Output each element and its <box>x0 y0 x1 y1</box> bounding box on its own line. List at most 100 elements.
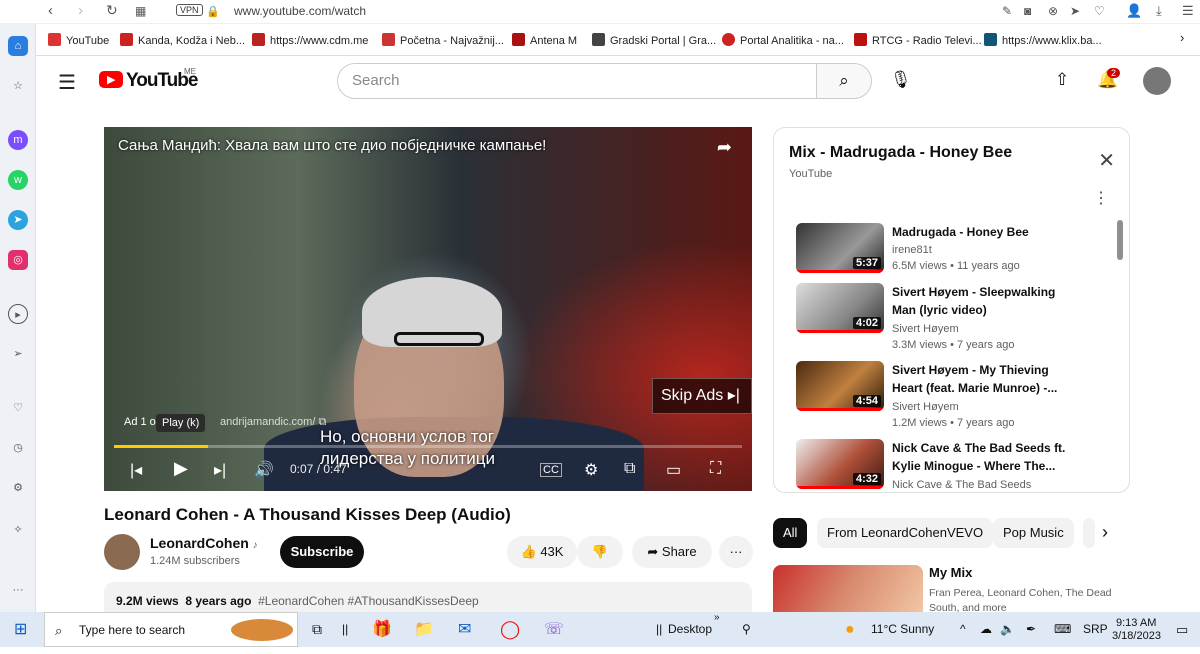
chip-all[interactable]: All <box>773 518 808 548</box>
mix-thumbnail[interactable] <box>773 565 923 612</box>
mail-icon[interactable]: ✉ <box>458 612 471 647</box>
messenger-icon[interactable]: m <box>8 130 28 150</box>
gift-app-icon[interactable]: 🎁 <box>372 612 392 647</box>
settings-gear-icon[interactable]: ⚙ <box>584 460 598 480</box>
video-overlay-title[interactable]: Сања Мандић: Хвала вам што сте дио побје… <box>118 137 546 154</box>
miniplayer-icon[interactable]: ⧉ <box>624 460 635 478</box>
camera-icon[interactable]: ◙ <box>1024 4 1031 18</box>
video-player[interactable]: Сања Мандић: Хвала вам што сте дио побје… <box>104 127 752 491</box>
menu-icon[interactable]: ☰ <box>1182 3 1194 19</box>
player-icon[interactable]: ▸ <box>8 304 28 324</box>
progress-bar[interactable] <box>114 445 742 448</box>
send-icon[interactable]: ➢ <box>8 344 28 364</box>
desktop-toolbar[interactable]: Desktop <box>668 612 712 647</box>
volume-icon[interactable]: 🔊 <box>254 460 274 480</box>
bookmark-item[interactable]: https://www.klix.ba... <box>984 33 1102 47</box>
profile-icon[interactable]: 👤 <box>1126 3 1142 19</box>
opera-icon[interactable]: ◯ <box>500 612 520 647</box>
bookmark-item[interactable]: Gradski Portal | Gra... <box>592 33 716 47</box>
fullscreen-icon[interactable]: ⛶ <box>710 460 721 478</box>
pen-icon[interactable]: ✒ <box>1026 612 1036 647</box>
telegram-icon[interactable]: ➤ <box>8 210 28 230</box>
search-input[interactable]: Search <box>337 63 817 99</box>
mix-title[interactable]: My Mix <box>929 565 972 580</box>
previous-icon[interactable]: |◂ <box>130 460 142 480</box>
account-avatar[interactable] <box>1143 67 1171 95</box>
send-icon[interactable]: ➤ <box>1070 4 1080 18</box>
speaker-icon[interactable]: 🔈 <box>1000 612 1015 647</box>
heart-icon[interactable]: ♡ <box>1094 4 1105 18</box>
hamburger-menu-icon[interactable]: ☰ <box>58 70 76 95</box>
weather-text[interactable]: 11°C Sunny <box>871 612 934 647</box>
like-button[interactable]: 👍 43K <box>507 536 577 568</box>
forward-icon[interactable]: › <box>78 2 83 19</box>
bookmark-item[interactable]: Kanda, Kodža i Neb... <box>120 33 245 47</box>
history-icon[interactable]: ◷ <box>8 438 28 458</box>
playlist-item[interactable]: 4:32 Nick Cave & The Bad Seeds ft. Kylie … <box>794 439 1104 492</box>
whatsapp-icon[interactable]: w <box>8 170 28 190</box>
playlist-item[interactable]: 4:02 Sivert Høyem - Sleepwalking Man (lyr… <box>794 283 1104 353</box>
bookmark-item[interactable]: https://www.cdm.me <box>252 33 368 47</box>
close-icon[interactable]: ✕ <box>1098 148 1115 173</box>
overflow-chevron-icon[interactable]: » <box>714 600 720 635</box>
onedrive-icon[interactable]: ☁ <box>980 612 992 647</box>
channel-avatar[interactable] <box>104 534 140 570</box>
captions-icon[interactable]: CC <box>540 463 562 477</box>
share-arrow-icon[interactable]: ➦ <box>717 137 732 158</box>
bookmark-item[interactable]: Početna - Najvažnij... <box>382 33 504 47</box>
subscribe-button[interactable]: Subscribe <box>280 536 364 568</box>
playlist-title[interactable]: Mix - Madrugada - Honey Bee <box>789 144 1012 162</box>
settings-icon[interactable]: ⚙ <box>8 478 28 498</box>
download-icon[interactable]: ⤓ <box>1156 3 1162 19</box>
tips-bulb-icon[interactable]: ✧ <box>8 520 28 540</box>
bookmark-item[interactable]: RTCG - Radio Televi... <box>854 33 982 47</box>
taskbar-search[interactable]: ⌕ Type here to search <box>44 612 298 647</box>
search-button[interactable]: ⌕ <box>816 63 872 99</box>
windows-start-icon[interactable]: ⊞ <box>14 612 27 647</box>
chevron-right-icon[interactable]: › <box>1102 522 1108 543</box>
adblock-icon[interactable]: ⊗ <box>1048 4 1058 18</box>
people-icon[interactable]: ⚲ <box>742 612 751 647</box>
dislike-button[interactable]: 👎 <box>577 536 623 568</box>
file-explorer-icon[interactable]: 📁 <box>414 612 434 647</box>
bookmark-item[interactable]: YouTube <box>48 33 109 47</box>
more-vert-icon[interactable]: ⋮ <box>1093 188 1109 208</box>
url-field[interactable]: www.youtube.com/watch <box>234 4 366 18</box>
upload-icon[interactable]: ⇧ <box>1055 70 1069 90</box>
playlist-scrollbar[interactable] <box>1117 220 1123 260</box>
more-bookmarks-icon[interactable]: › <box>1180 30 1184 45</box>
more-actions-button[interactable]: ··· <box>719 536 753 568</box>
bookmark-item[interactable]: Portal Analitika - na... <box>722 33 844 47</box>
instagram-icon[interactable]: ◎ <box>8 250 28 270</box>
bookmarks-heart-icon[interactable]: ♡ <box>8 398 28 418</box>
weather-sun-icon[interactable]: ● <box>845 612 855 647</box>
skip-ads-button[interactable]: Skip Ads ▸| <box>652 378 752 414</box>
vpn-badge[interactable]: VPN <box>176 4 203 16</box>
theater-icon[interactable]: ▭ <box>666 460 681 480</box>
notification-center-icon[interactable]: ▭ <box>1176 612 1188 647</box>
channel-name[interactable]: LeonardCohen ♪ <box>150 535 258 551</box>
play-icon[interactable]: ▶ <box>174 458 188 479</box>
edit-icon[interactable]: ✎ <box>1002 4 1012 18</box>
share-button[interactable]: ➦ Share <box>632 536 712 568</box>
language-indicator[interactable]: SRP <box>1083 612 1108 647</box>
viber-icon[interactable]: ☏ <box>544 612 564 647</box>
chip-pop-music[interactable]: Pop Music <box>993 518 1074 548</box>
microphone-icon[interactable]: 🎙 <box>890 70 912 90</box>
reload-icon[interactable]: ↻ <box>106 2 118 19</box>
clock-date[interactable]: 3/18/2023 <box>1112 619 1161 654</box>
tray-chevron-icon[interactable]: ^ <box>960 612 966 647</box>
task-view-icon[interactable]: ⧉ <box>312 612 322 647</box>
back-icon[interactable]: ‹ <box>48 2 53 19</box>
youtube-logo-icon[interactable]: ▶ <box>99 71 123 88</box>
chip-from-channel[interactable]: From LeonardCohenVEVO <box>817 518 994 548</box>
keyboard-icon[interactable]: ⌨ <box>1054 612 1071 647</box>
hashtags[interactable]: #LeonardCohen #AThousandKissesDeep <box>258 594 479 608</box>
lock-icon[interactable]: 🔒 <box>206 5 220 18</box>
ad-link[interactable]: andrijamandic.com/ ⧉ <box>220 416 326 429</box>
speed-dial-icon[interactable]: ☆ <box>8 76 28 96</box>
home-icon[interactable]: ⌂ <box>8 36 28 56</box>
more-icon[interactable]: ··· <box>8 580 28 600</box>
tabs-grid-icon[interactable]: ▦ <box>135 4 146 18</box>
next-icon[interactable]: ▸| <box>214 460 226 480</box>
